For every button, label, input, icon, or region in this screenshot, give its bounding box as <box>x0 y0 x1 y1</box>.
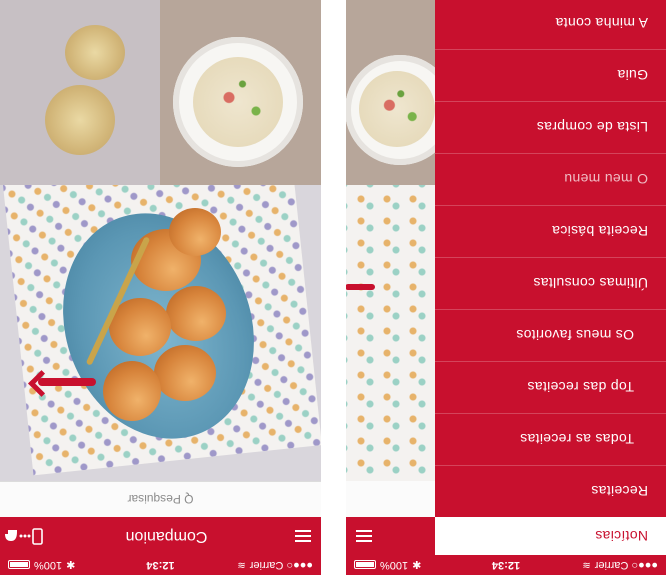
menu-item-minha-conta[interactable]: A minha conta <box>435 0 666 49</box>
top-nav-bar: Companion <box>0 517 321 555</box>
wifi-icon: ≋ <box>237 559 246 571</box>
companion-device-icon[interactable] <box>0 517 48 555</box>
menu-item-guia[interactable]: Guia <box>435 49 666 101</box>
battery-icon <box>8 560 30 570</box>
search-placeholder: Q Pesquisar <box>127 492 194 507</box>
carrier-label: ●●●○ Carrier <box>594 559 658 571</box>
battery-percent: 100% <box>34 559 63 571</box>
hamburger-menu-icon[interactable] <box>346 517 382 555</box>
clock: 12:34 <box>491 559 521 571</box>
recipe-tile-dessert[interactable] <box>0 0 161 185</box>
search-input[interactable] <box>346 481 435 517</box>
dessert-glass-image <box>65 25 126 80</box>
risotto-image <box>359 71 435 147</box>
recipe-tile-risotto[interactable] <box>160 0 321 185</box>
fritter-image <box>154 345 216 401</box>
featured-recipe-image <box>346 185 435 481</box>
fritter-image <box>169 208 221 256</box>
top-nav-bar <box>346 517 435 555</box>
fritter-image <box>166 286 226 341</box>
dessert-glass-image <box>45 85 116 155</box>
bluetooth-icon: ✱ <box>66 558 76 571</box>
clock: 12:34 <box>146 559 175 571</box>
wifi-icon: ≋ <box>582 559 591 571</box>
side-menu: Notícias Receitas Todas as receitas Top … <box>435 0 666 555</box>
status-bar: ●●●○ Carrier ≋ 12:34 ✱ 100% <box>346 555 666 575</box>
menu-item-top-receitas[interactable]: Top das receitas <box>435 361 666 413</box>
swipe-arrow-icon <box>38 378 96 386</box>
app-title: Companion <box>125 528 208 545</box>
search-input[interactable]: Q Pesquisar <box>0 481 321 517</box>
menu-item-ultimas-consultas[interactable]: Últimas consultas <box>435 257 666 309</box>
menu-item-o-meu-menu[interactable]: O meu menu <box>435 153 666 205</box>
background-screen-peek[interactable] <box>346 0 455 555</box>
bluetooth-icon: ✱ <box>412 558 422 571</box>
menu-item-favoritos[interactable]: Os meus favoritos <box>435 309 666 361</box>
menu-item-todas-receitas[interactable]: Todas as receitas <box>435 413 666 465</box>
battery-icon <box>354 560 376 570</box>
recipe-tile-risotto[interactable] <box>346 0 455 185</box>
swipe-arrow-icon <box>346 284 375 290</box>
battery-percent: 100% <box>380 559 409 571</box>
menu-item-lista-compras[interactable]: Lista de compras <box>435 101 666 153</box>
menu-item-receita-basica[interactable]: Receita básica <box>435 205 666 257</box>
side-menu-screen: ●●●○ Carrier ≋ 12:34 ✱ 100% Notícias Rec… <box>346 0 666 575</box>
fritter-image <box>103 361 161 421</box>
companion-home-screen: ●●●○ Carrier ≋ 12:34 ✱ 100% Companion Q … <box>0 0 321 575</box>
featured-recipe-image[interactable] <box>0 185 321 481</box>
menu-item-receitas[interactable]: Receitas <box>435 465 666 517</box>
menu-item-noticias[interactable]: Notícias <box>435 517 666 555</box>
status-bar: ●●●○ Carrier ≋ 12:34 ✱ 100% <box>0 555 321 575</box>
carrier-label: ●●●○ Carrier <box>249 559 313 571</box>
screenshot-canvas: ●●●○ Carrier ≋ 12:34 ✱ 100% Companion Q … <box>0 0 666 575</box>
recipe-tiles <box>0 0 321 185</box>
risotto-image <box>193 57 283 147</box>
hamburger-menu-icon[interactable] <box>285 517 321 555</box>
